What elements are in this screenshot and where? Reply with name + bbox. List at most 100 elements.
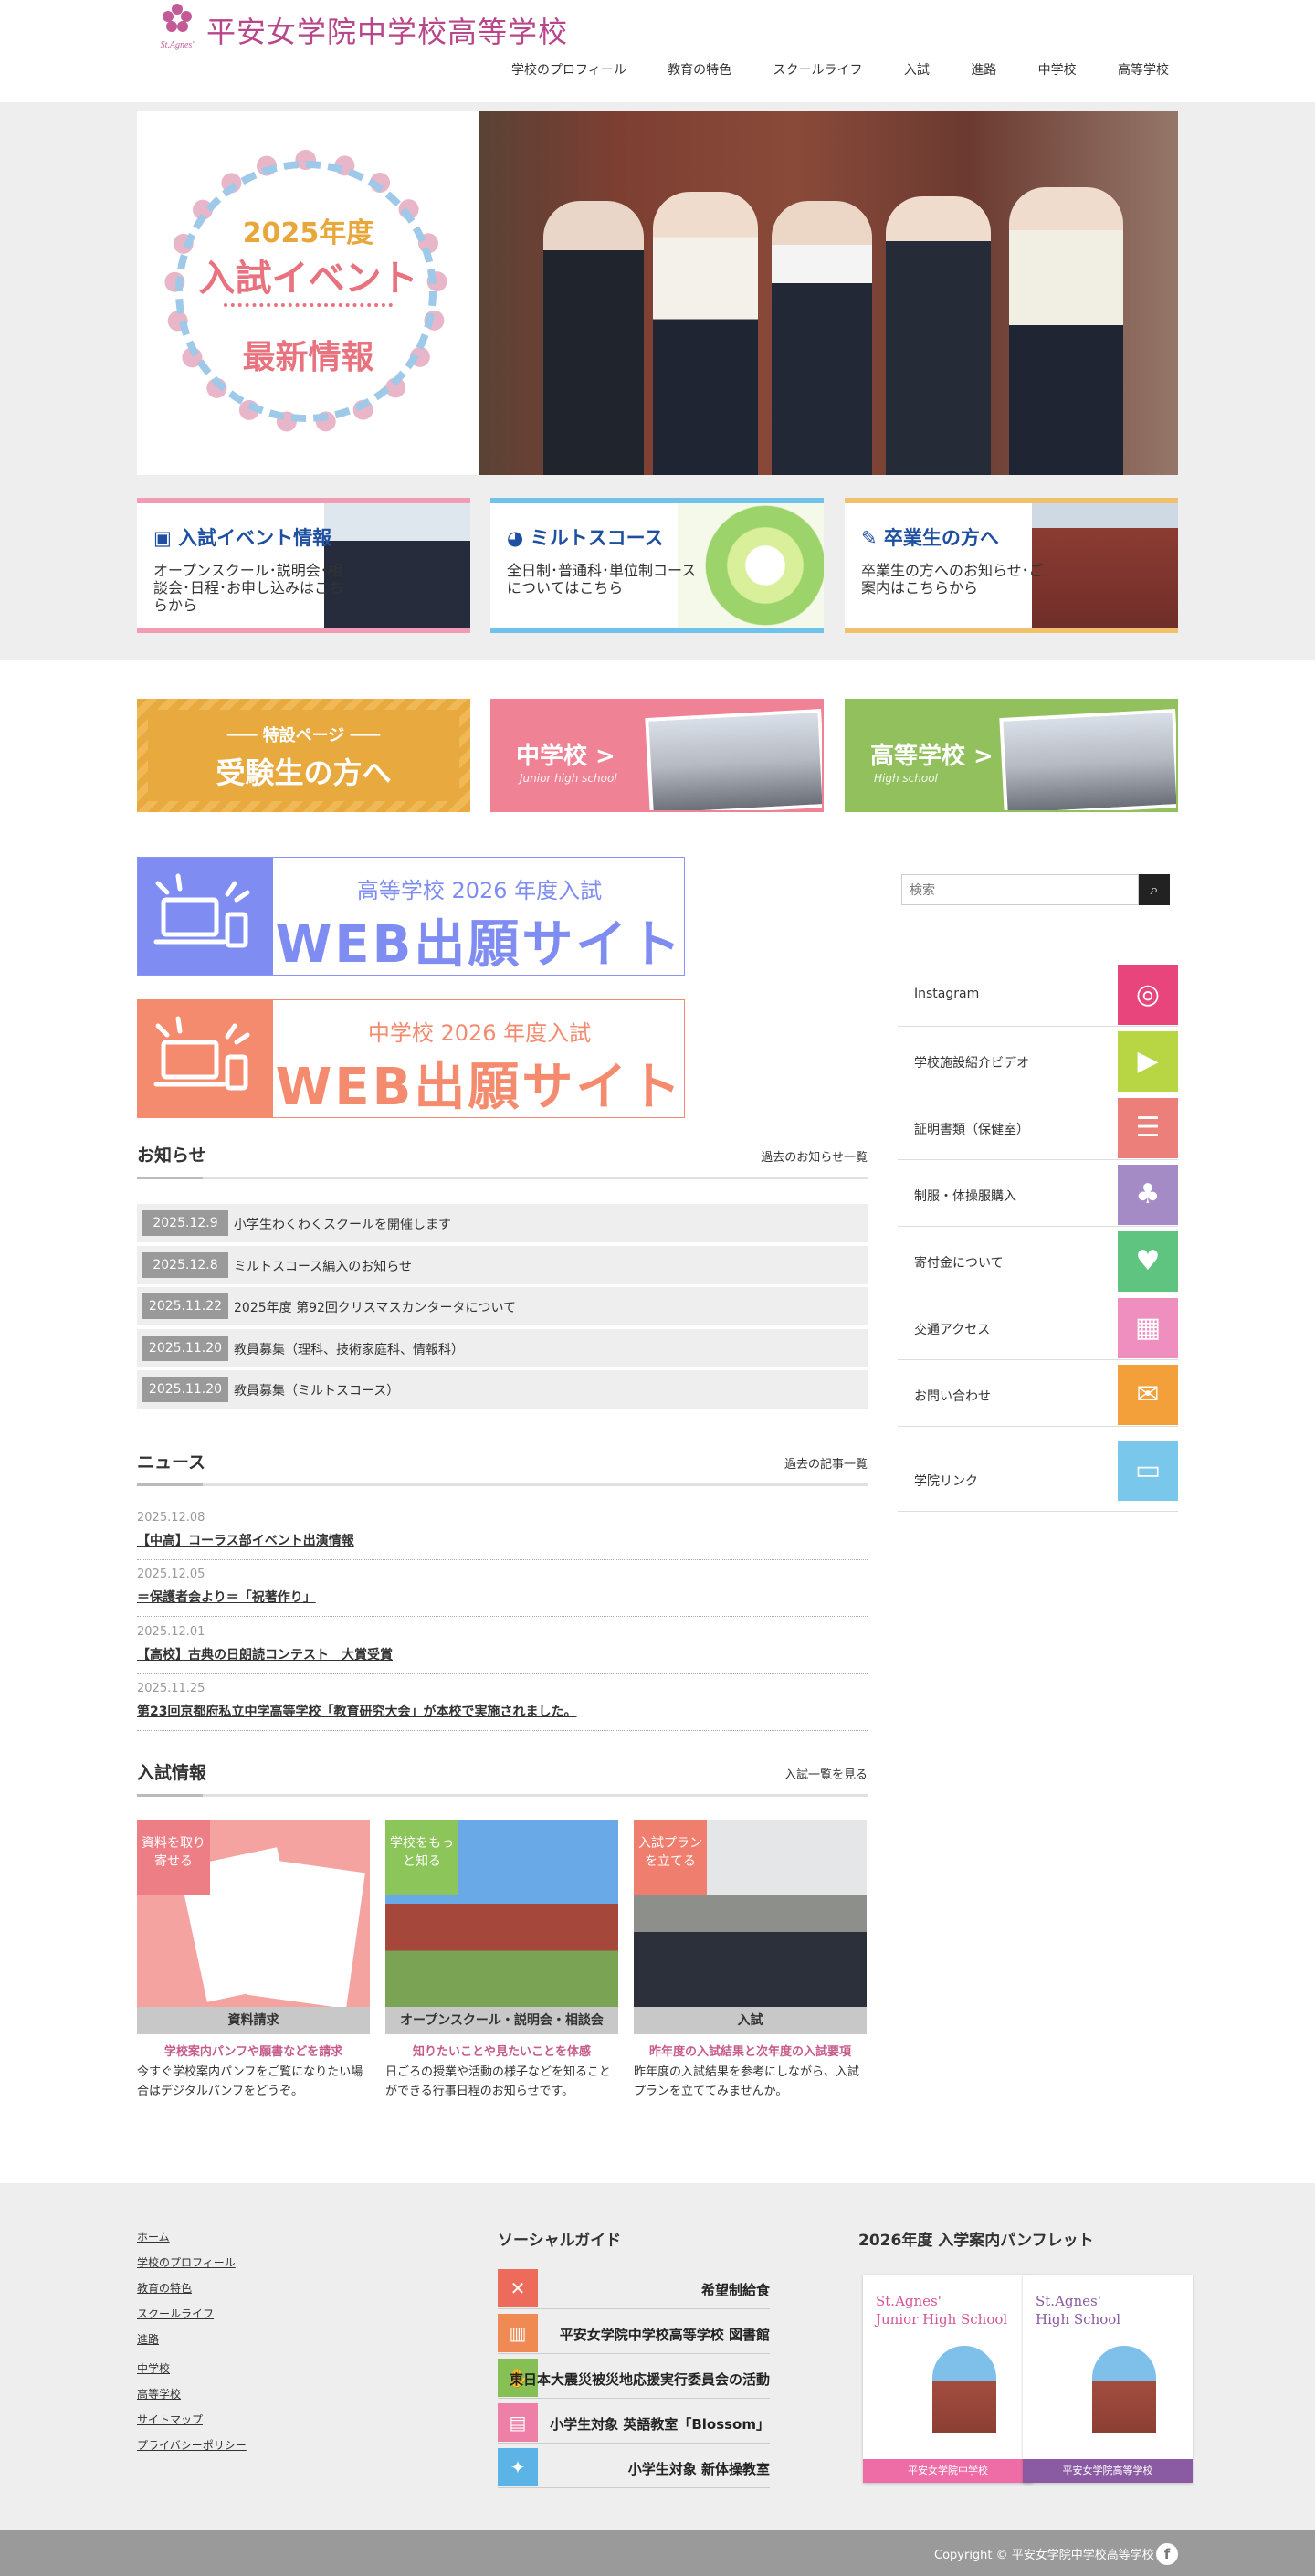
nav-career[interactable]: 進路 <box>971 60 996 82</box>
nav-junior-high[interactable]: 中学校 <box>1038 60 1077 82</box>
news-item[interactable]: 2025.12.08 【中高】コーラス部イベント出演情報 <box>137 1504 868 1560</box>
sidebar-item-uniform[interactable]: 制服・体操服購入 ♣ <box>898 1161 1178 1227</box>
donation-icon: ♥ <box>1118 1231 1178 1292</box>
calendar-icon: ▣ <box>153 527 179 549</box>
social-item-gymnastics[interactable]: ✦ 小学生対象 新体操教室 <box>498 2446 770 2488</box>
pamphlet-junior-high[interactable]: St.Agnes' Junior High School 平安女学院中学校 <box>863 2275 1033 2483</box>
web-main: WEB出願サイト <box>275 1058 684 1117</box>
entrance-card-materials[interactable]: 資料を取り寄せる 資料請求 学校案内パンフや願書などを請求 今すぐ学校案内パンフ… <box>137 1820 370 2098</box>
news-headline[interactable]: 第23回京都府私立中学高等学校「教育研究大会」が本校で実施されました。 <box>137 1702 576 1720</box>
card-flower-image <box>678 503 824 628</box>
notices-title: お知らせ <box>137 1145 206 1166</box>
news-date: 2025.11.25 <box>137 1682 205 1695</box>
news-headline[interactable]: 【高校】古典の日朗読コンテスト 大賞受賞 <box>137 1645 393 1663</box>
footer-link-profile[interactable]: 学校のプロフィール <box>137 2254 236 2270</box>
entrance-card-exam[interactable]: 入試プランを立てる 入試 昨年度の入試結果と次年度の入試要項 昨年度の入試結果を… <box>634 1820 867 2098</box>
news-item[interactable]: 2025.11.25 第23回京都府私立中学高等学校「教育研究大会」が本校で実施さ… <box>137 1674 868 1731</box>
nav-profile[interactable]: 学校のプロフィール <box>511 60 626 82</box>
card-entrance-events[interactable]: ▣ 入試イベント情報 オープンスクール･説明会･相談会･日程･お申し込みはこちら… <box>137 498 470 633</box>
nav-entrance[interactable]: 入試 <box>904 60 930 82</box>
footer-link-high-school[interactable]: 高等学校 <box>137 2386 181 2402</box>
social-item-disaster-support[interactable]: ✋ 東日本大震災被災地応援実行委員会の活動 <box>498 2357 770 2399</box>
banner-junior-high[interactable]: 中学校 > Junior high school <box>490 699 824 812</box>
main-nav: 学校のプロフィール 教育の特色 スクールライフ 入試 進路 中学校 高等学校 <box>511 60 1169 82</box>
social-guide-title: ソーシャルガイド <box>498 2232 622 2250</box>
notice-text: 教員募集（ミルトスコース） <box>234 1384 400 1399</box>
sidebar-item-label: 学校施設紹介ビデオ <box>914 1056 1029 1071</box>
sidebar-item-certificates[interactable]: 証明書類（保健室） ☰ <box>898 1094 1178 1160</box>
entrance-card-subtitle: 学校案内パンフや願書などを請求 <box>163 2045 343 2059</box>
news-date: 2025.12.05 <box>137 1568 205 1581</box>
banner-applicants[interactable]: ─── 特設ページ ─── 受験生の方へ <box>137 699 470 812</box>
news-archive-link[interactable]: 過去の記事一覧 <box>685 1454 868 1472</box>
nav-education[interactable]: 教育の特色 <box>668 60 731 82</box>
notice-item[interactable]: 2025.11.20 教員募集（ミルトスコース） <box>137 1370 868 1409</box>
social-item-label: 小学生対象 英語教室「Blossom」 <box>550 2416 770 2433</box>
news-headline[interactable]: 【中高】コーラス部イベント出演情報 <box>137 1531 354 1549</box>
search-input[interactable] <box>901 874 1139 905</box>
footer-link-school-life[interactable]: スクールライフ <box>137 2306 214 2321</box>
notices-archive-link[interactable]: 過去のお知らせ一覧 <box>685 1147 868 1165</box>
notice-item[interactable]: 2025.12.8 ミルトスコース編入のお知らせ <box>137 1246 868 1284</box>
footer-link-education[interactable]: 教育の特色 <box>137 2280 192 2296</box>
entrance-card-open-school[interactable]: 学校をもっと知る オープンスクール・説明会・相談会 知りたいことや見たいことを体… <box>385 1820 618 2098</box>
hero-students-photo <box>479 111 1178 475</box>
notice-item[interactable]: 2025.11.22 2025年度 第92回クリスマスカンタータについて <box>137 1287 868 1325</box>
news-date: 2025.12.08 <box>137 1511 205 1525</box>
social-item-label: 小学生対象 新体操教室 <box>627 2461 770 2477</box>
entrance-list-link[interactable]: 入試一覧を見る <box>685 1765 868 1782</box>
pamphlet-building-image <box>932 2346 996 2433</box>
web-application-high-school[interactable]: 高等学校 2026 年度入試 WEB出願サイト <box>137 857 685 976</box>
sidebar-item-label: 制服・体操服購入 <box>914 1189 1016 1204</box>
hero-divider <box>224 303 393 311</box>
sidebar-item-links[interactable]: 学院リンク ▭ <box>898 1428 1178 1512</box>
sidebar-item-video[interactable]: 学校施設紹介ビデオ ▶ <box>898 1028 1178 1093</box>
sidebar-item-donation[interactable]: 寄付金について ♥ <box>898 1228 1178 1293</box>
search-button[interactable]: ⌕ <box>1139 874 1170 905</box>
banner-photo <box>645 709 822 810</box>
site-title[interactable]: 平安女学院中学校高等学校 <box>206 9 568 51</box>
news-divider <box>137 1483 868 1486</box>
banner-high-school[interactable]: 高等学校 > High school <box>845 699 1178 812</box>
entrance-card-description: 昨年度の入試結果を参考にしながら、入試プランを立ててみませんか。 <box>634 2065 860 2098</box>
entrance-card-caption: オープンスクール・説明会・相談会 <box>385 2007 618 2034</box>
card-myrtos-course[interactable]: ◕ ミルトスコース 全日制･普通科･単位制コースについてはこちら <box>490 498 824 633</box>
sidebar-item-contact[interactable]: お問い合わせ ✉ <box>898 1361 1178 1427</box>
nav-high-school[interactable]: 高等学校 <box>1118 60 1169 82</box>
hero-headline: 入試イベント <box>198 258 418 300</box>
web-main: WEB出願サイト <box>275 915 684 975</box>
card-alumni[interactable]: ✎ 卒業生の方へ 卒業生の方へのお知らせ･ご案内はこちらから <box>845 498 1178 633</box>
facebook-icon[interactable]: f <box>1156 2543 1178 2565</box>
uniform-icon: ♣ <box>1118 1165 1178 1225</box>
social-item-lunch[interactable]: ✕ 希望制給食 <box>498 2267 770 2309</box>
pamphlet-line1: St.Agnes' <box>876 2293 942 2309</box>
notice-date: 2025.11.20 <box>142 1336 228 1361</box>
footer-link-privacy[interactable]: プライバシーポリシー <box>137 2437 247 2453</box>
teacher-board-icon: ▤ <box>498 2403 538 2442</box>
footer-link-home[interactable]: ホーム <box>137 2229 170 2244</box>
social-item-library[interactable]: ▥ 平安女学院中学校高等学校 図書館 <box>498 2312 770 2354</box>
sidebar-item-instagram[interactable]: Instagram ◎ <box>898 961 1178 1027</box>
news-item[interactable]: 2025.12.05 ＝保護者会より＝「祝著作り」 <box>137 1560 868 1617</box>
sidebar-item-access[interactable]: 交通アクセス ▦ <box>898 1294 1178 1360</box>
footer-link-junior-high[interactable]: 中学校 <box>137 2360 170 2376</box>
footer-link-sitemap[interactable]: サイトマップ <box>137 2412 203 2427</box>
news-item[interactable]: 2025.12.01 【高校】古典の日朗読コンテスト 大賞受賞 <box>137 1618 868 1674</box>
notice-item[interactable]: 2025.11.20 教員募集（理科、技術家庭科、情報科） <box>137 1329 868 1367</box>
pamphlet-high-school[interactable]: St.Agnes' High School 平安女学院高等学校 <box>1023 2275 1193 2483</box>
news-headline[interactable]: ＝保護者会より＝「祝著作り」 <box>137 1588 316 1606</box>
banner-photo <box>999 709 1176 810</box>
clipboard-icon: ☰ <box>1118 1098 1178 1158</box>
notices-divider <box>137 1177 868 1179</box>
social-item-english-class[interactable]: ▤ 小学生対象 英語教室「Blossom」 <box>498 2402 770 2444</box>
book-icon: ▥ <box>498 2314 538 2352</box>
notice-text: 教員募集（理科、技術家庭科、情報科） <box>234 1343 464 1357</box>
footer-link-career[interactable]: 進路 <box>137 2331 159 2347</box>
computer-link-icon: ▭ <box>1118 1441 1178 1501</box>
notice-item[interactable]: 2025.12.9 小学生わくわくスクールを開催します <box>137 1204 868 1242</box>
hero-slider[interactable]: 2025年度 入試イベント 最新情報 <box>137 111 1178 475</box>
school-logo-icon[interactable]: St.Agnes' <box>155 0 199 55</box>
nav-school-life[interactable]: スクールライフ <box>773 60 862 82</box>
web-application-junior-high[interactable]: 中学校 2026 年度入試 WEB出願サイト <box>137 999 685 1118</box>
card-text: オープンスクール･説明会･相談会･日程･お申し込みはこちらから <box>153 562 344 614</box>
